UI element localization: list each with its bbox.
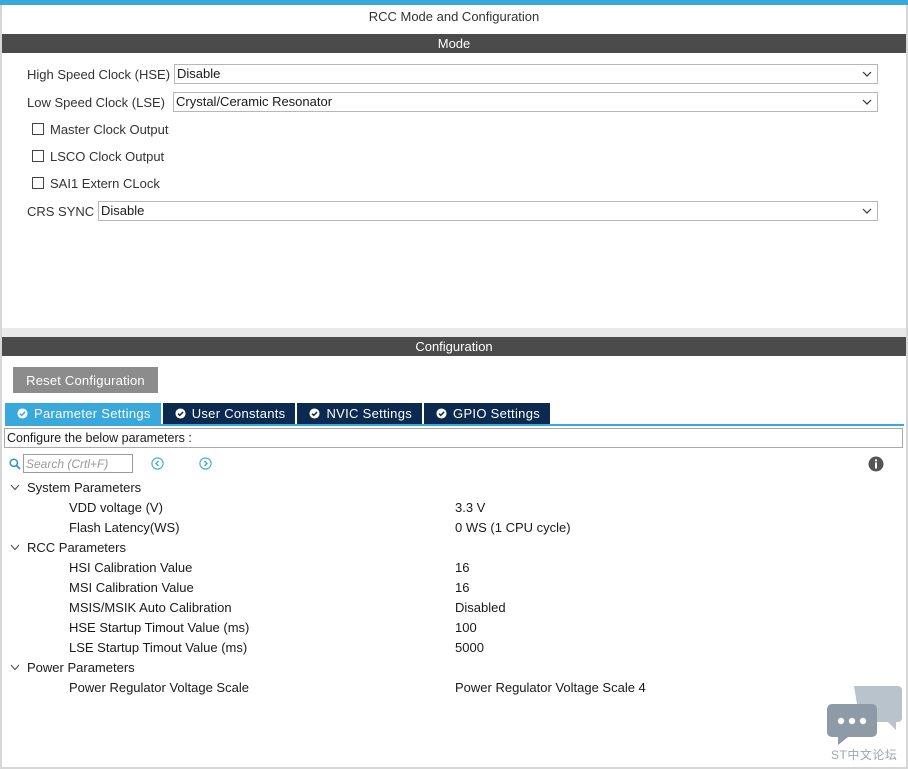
param-value[interactable]: Disabled [455,600,506,615]
lse-label: Low Speed Clock (LSE) [27,95,166,110]
chevron-down-icon[interactable] [10,484,20,491]
lse-select-value: Crystal/Ceramic Resonator [176,94,333,109]
reset-configuration-button[interactable]: Reset Configuration [13,367,158,393]
param-name: LSE Startup Timout Value (ms) [69,640,248,655]
top-accent-bar [0,0,908,5]
sai1-extern-clock-checkbox[interactable] [32,177,44,189]
param-name: Power Regulator Voltage Scale [69,680,249,695]
param-value[interactable]: 3.3 V [455,500,485,515]
param-name: HSE Startup Timout Value (ms) [69,620,250,635]
table-row[interactable]: Power Regulator Voltage Scale Power Regu… [0,678,904,698]
crs-sync-select[interactable]: Disable [98,201,878,221]
param-value[interactable]: 0 WS (1 CPU cycle) [455,520,571,535]
table-row[interactable]: MSIS/MSIK Auto Calibration Disabled [0,598,904,618]
window-title: RCC Mode and Configuration [368,9,540,24]
param-name: VDD voltage (V) [69,500,163,515]
tab-underline [5,424,904,426]
chevron-down-icon [862,208,872,214]
parameter-description-box: Configure the below parameters : [4,428,903,448]
chevron-down-icon[interactable] [10,664,20,671]
search-input[interactable] [23,454,133,473]
param-name: MSI Calibration Value [69,580,194,595]
tree-group-rcc-parameters[interactable]: RCC Parameters [0,538,904,558]
master-clock-output-checkbox[interactable] [32,123,44,135]
group-label: Power Parameters [27,660,135,675]
lsco-clock-output-label: LSCO Clock Output [50,148,165,164]
chevron-down-icon [862,71,872,77]
table-row[interactable]: Flash Latency(WS) 0 WS (1 CPU cycle) [0,518,904,538]
chevron-down-icon[interactable] [10,544,20,551]
tab-nvic-settings-label: NVIC Settings [326,406,413,421]
table-row[interactable]: HSE Startup Timout Value (ms) 100 [0,618,904,638]
chevron-left-circle-icon[interactable] [151,457,164,470]
hse-label: High Speed Clock (HSE) [27,67,171,82]
tab-gpio-settings[interactable]: GPIO Settings [424,403,551,424]
check-circle-icon [175,408,186,419]
tab-user-constants-label: User Constants [191,406,286,421]
check-circle-icon [309,408,321,419]
watermark-text: ST中文论坛 [831,748,898,762]
param-name: Flash Latency(WS) [69,520,180,535]
sai1-extern-clock-label: SAI1 Extern CLock [50,175,160,191]
tab-nvic-settings[interactable]: NVIC Settings [297,403,423,424]
tab-parameter-settings-label: Parameter Settings [34,406,151,421]
sai1-extern-clock-row[interactable]: SAI1 Extern CLock [32,175,160,191]
param-name: MSIS/MSIK Auto Calibration [69,600,232,615]
master-clock-output-row[interactable]: Master Clock Output [32,121,169,137]
lse-select[interactable]: Crystal/Ceramic Resonator [173,92,878,112]
config-tabs: Parameter Settings User Constants NVIC S… [5,403,552,424]
tab-user-constants[interactable]: User Constants [162,403,296,424]
crs-sync-select-value: Disable [101,203,145,218]
tab-parameter-settings[interactable]: Parameter Settings [5,403,161,424]
tree-group-system-parameters[interactable]: System Parameters [0,478,904,498]
chevron-down-icon [862,99,872,105]
check-circle-icon [436,408,447,419]
search-icon [9,458,21,470]
info-icon[interactable] [868,456,884,472]
tab-gpio-settings-label: GPIO Settings [453,406,541,421]
param-value[interactable]: 16 [455,580,469,595]
param-value[interactable]: Power Regulator Voltage Scale 4 [455,680,646,695]
group-label: RCC Parameters [27,540,126,555]
check-circle-icon [17,408,28,419]
hse-select-value: Disable [177,66,221,81]
lsco-clock-output-checkbox[interactable] [32,150,44,162]
mode-section-header: Mode [2,34,906,53]
crs-sync-label: CRS SYNC [27,204,95,219]
chevron-right-circle-icon[interactable] [199,457,212,470]
table-row[interactable]: MSI Calibration Value 16 [0,578,904,598]
tree-group-power-parameters[interactable]: Power Parameters [0,658,904,678]
param-name: HSI Calibration Value [69,560,193,575]
master-clock-output-label: Master Clock Output [50,121,169,137]
lsco-clock-output-row[interactable]: LSCO Clock Output [32,148,164,164]
configuration-section-header: Configuration [2,337,906,356]
table-row[interactable]: VDD voltage (V) 3.3 V [0,498,904,518]
param-value[interactable]: 100 [455,620,477,635]
table-row[interactable]: HSI Calibration Value 16 [0,558,904,578]
panel-separator[interactable] [2,328,906,337]
group-label: System Parameters [27,480,142,495]
table-row[interactable]: LSE Startup Timout Value (ms) 5000 [0,638,904,658]
hse-select[interactable]: Disable [174,64,878,84]
param-value[interactable]: 16 [455,560,469,575]
param-value[interactable]: 5000 [455,640,484,655]
